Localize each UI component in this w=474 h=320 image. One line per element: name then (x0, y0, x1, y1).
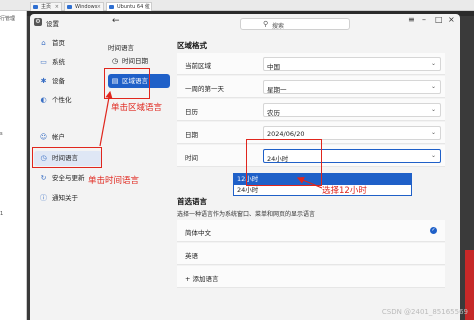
watermark: CSDN @2401_85165569 (381, 308, 468, 316)
screenshot-stage: { "host": { "tabs": [ {"label": "主页"}, {… (0, 0, 474, 320)
annotation-arrows (99, 90, 323, 189)
